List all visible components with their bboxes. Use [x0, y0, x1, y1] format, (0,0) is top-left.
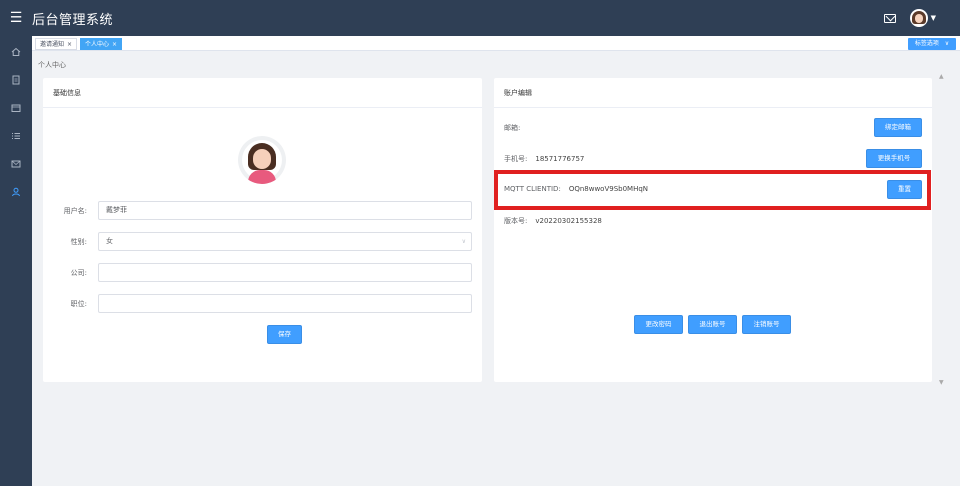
- phone-value: 18571776757: [535, 155, 585, 163]
- account-edit-card: 账户编辑 邮箱: 绑定邮箱 手机号: 18571776757 更换手机号 MQTT…: [494, 78, 932, 382]
- chevron-down-icon: ∨: [944, 40, 950, 47]
- home-icon[interactable]: [0, 38, 32, 66]
- company-label: 公司:: [70, 269, 87, 277]
- version-row: 版本号: v20220302155328: [504, 216, 602, 226]
- header-actions: ▼: [883, 0, 936, 36]
- hamburger-icon[interactable]: ☰: [0, 0, 32, 36]
- folder-icon[interactable]: [0, 94, 32, 122]
- version-label: 版本号:: [504, 217, 528, 225]
- email-row: 邮箱:: [504, 123, 528, 133]
- document-icon[interactable]: [0, 66, 32, 94]
- sidebar: [0, 36, 32, 486]
- gender-value: 女: [106, 237, 113, 245]
- tab-invite-notice[interactable]: 邀请通知 ×: [35, 38, 78, 50]
- position-label: 职位:: [70, 300, 87, 308]
- change-password-button[interactable]: 更改密码: [634, 315, 683, 334]
- tab-options-label: 标签选项: [914, 40, 939, 47]
- tab-label: 个人中心: [85, 41, 110, 48]
- gender-select[interactable]: 女 ∨: [98, 232, 472, 251]
- user-icon[interactable]: [0, 178, 32, 206]
- user-avatar[interactable]: [909, 9, 928, 27]
- scroll-down-icon[interactable]: ▼: [939, 379, 944, 386]
- phone-label: 手机号:: [504, 155, 528, 163]
- scroll-up-icon[interactable]: ▲: [939, 73, 944, 80]
- list-icon[interactable]: [0, 122, 32, 150]
- username-field[interactable]: 戴梦菲: [98, 201, 472, 220]
- gender-label: 性别:: [70, 238, 87, 246]
- profile-avatar[interactable]: [238, 136, 286, 184]
- tab-options-button[interactable]: 标签选项 ∨: [908, 38, 956, 50]
- chevron-down-icon: ∨: [461, 238, 466, 245]
- company-field[interactable]: [98, 263, 472, 282]
- highlight-box: [494, 170, 931, 210]
- top-header: ☰ 后台管理系统 ▼: [0, 0, 960, 36]
- basic-info-title: 基础信息: [43, 78, 482, 108]
- username-label: 用户名:: [63, 207, 87, 215]
- phone-row: 手机号: 18571776757: [504, 154, 584, 164]
- tab-bar: 邀请通知 × 个人中心 × 标签选项 ∨: [32, 36, 960, 51]
- change-phone-button[interactable]: 更换手机号: [866, 149, 922, 168]
- deactivate-account-button[interactable]: 注销账号: [742, 315, 791, 334]
- bind-email-button[interactable]: 绑定邮箱: [874, 118, 922, 137]
- breadcrumb: 个人中心: [38, 61, 66, 69]
- mail-icon[interactable]: [883, 13, 896, 23]
- basic-info-card: 基础信息 用户名: 戴梦菲 性别: 女 ∨ 公司: 职位: 保存: [43, 78, 482, 382]
- tab-label: 邀请通知: [40, 41, 65, 48]
- chevron-down-icon[interactable]: ▼: [931, 14, 936, 22]
- close-icon[interactable]: ×: [67, 41, 72, 48]
- tab-profile[interactable]: 个人中心 ×: [80, 38, 123, 50]
- app-title: 后台管理系统: [32, 12, 114, 28]
- version-value: v20220302155328: [535, 217, 602, 225]
- message-icon[interactable]: [0, 150, 32, 178]
- logout-button[interactable]: 退出账号: [688, 315, 737, 334]
- close-icon[interactable]: ×: [112, 41, 117, 48]
- account-edit-title: 账户编辑: [494, 78, 932, 108]
- position-field[interactable]: [98, 294, 472, 313]
- email-label: 邮箱:: [504, 124, 521, 132]
- save-button[interactable]: 保存: [267, 325, 302, 344]
